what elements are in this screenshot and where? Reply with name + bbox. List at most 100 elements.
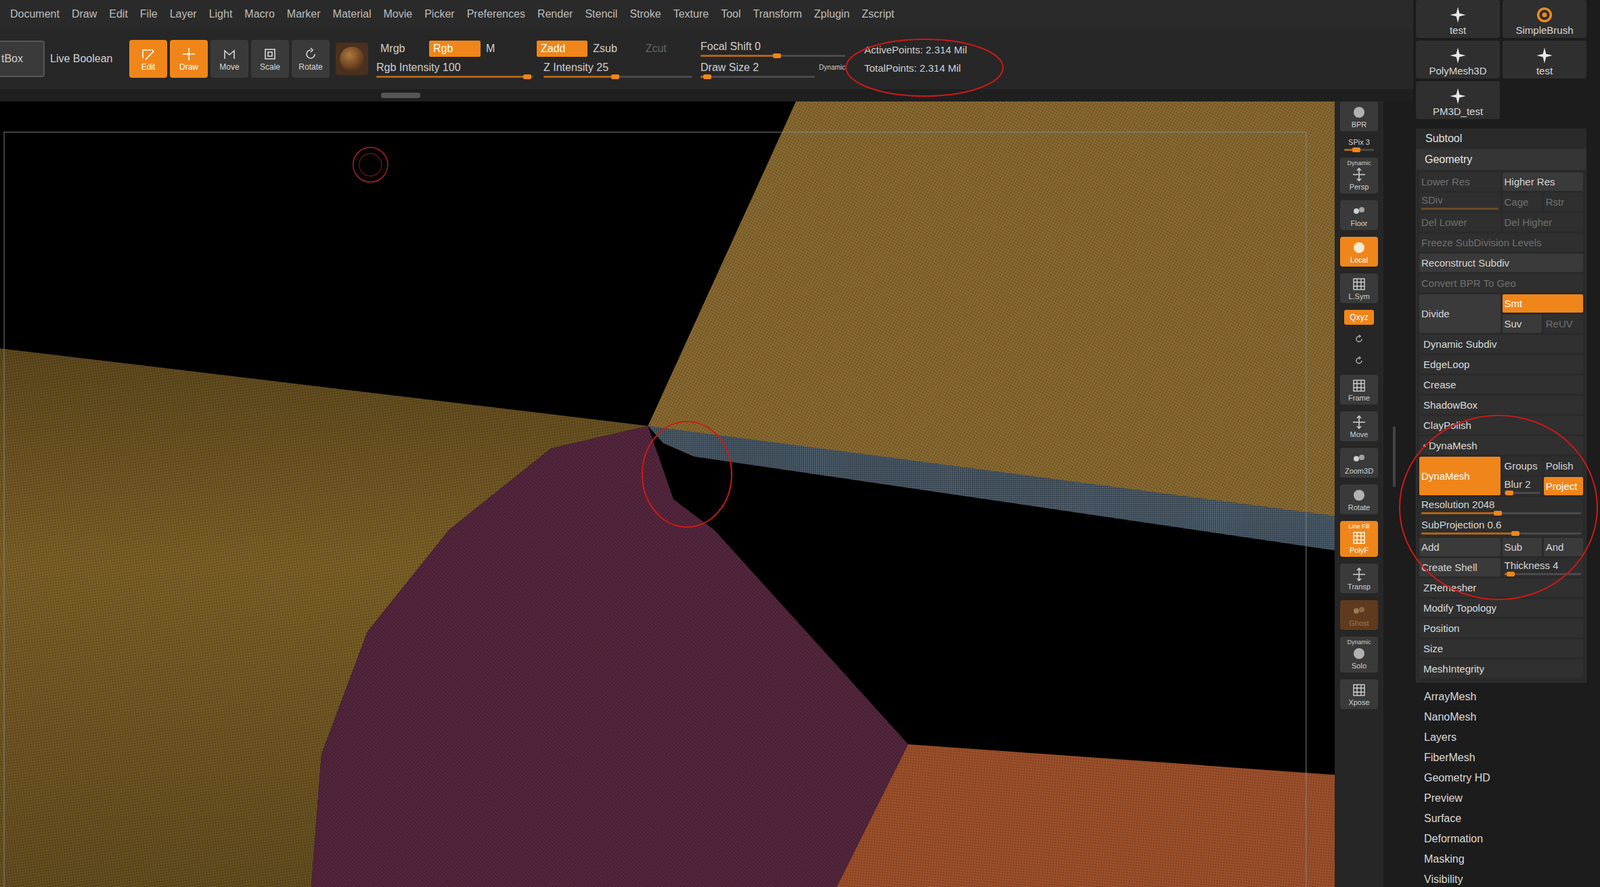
shelf-button[interactable]: L.Sym [1340,273,1379,304]
viewport[interactable] [0,101,1335,887]
geometry-header[interactable]: Geometry [1416,149,1586,170]
tool-box-button[interactable]: tBox [0,40,45,78]
shelf-button[interactable]: Line FillPolyF [1340,521,1379,558]
shelf-mini-button[interactable] [1350,331,1368,347]
palette-header[interactable]: Visibility [1415,869,1587,887]
smt-button[interactable]: Smt [1502,294,1584,313]
menu-item[interactable]: Light [203,8,239,21]
subpalette-header[interactable]: EdgeLoop [1419,355,1584,374]
reuv-button[interactable]: ReUV [1543,314,1584,333]
brush-tile[interactable]: PM3D_test [1415,81,1500,120]
menu-item[interactable]: Movie [377,8,419,21]
gutter-scrollbar[interactable] [1392,426,1396,488]
material-swatch[interactable] [335,42,369,76]
divide-button[interactable]: Divide [1419,294,1501,333]
resolution-slider[interactable]: Resolution 2048 [1419,497,1584,516]
palette-header[interactable]: Deformation [1415,829,1587,850]
color-mode-button[interactable]: Rgb [429,40,481,57]
reconstruct-subdiv-button[interactable]: Reconstruct Subdiv [1419,253,1584,273]
shelf-button[interactable]: Move [1340,411,1379,442]
menu-item[interactable]: Macro [238,8,281,21]
shelf-button[interactable]: Floor [1340,200,1379,231]
palette-header[interactable]: Masking [1415,849,1587,870]
shelf-axis-button[interactable]: Qxyz [1344,309,1374,325]
menu-item[interactable]: Document [4,8,66,21]
menu-item[interactable]: Marker [280,8,327,21]
menu-item[interactable]: Preferences [460,8,532,21]
subpalette-header[interactable]: Crease [1419,375,1584,394]
shelf-button[interactable]: Frame [1340,374,1379,405]
shelf-button[interactable]: Zoom3D [1340,448,1379,478]
mode-button[interactable]: Move [210,39,249,78]
menu-item[interactable]: Edit [102,8,135,21]
and-button[interactable]: And [1543,538,1584,557]
menu-item[interactable]: Picker [418,8,461,21]
lower-res-button[interactable]: Lower Res [1419,172,1501,191]
brush-tile[interactable]: PolyMesh3D [1415,40,1500,79]
focal-shift-slider[interactable]: Focal Shift 0 [700,39,846,57]
polish-toggle[interactable]: Polish [1543,456,1584,476]
z-mode-button[interactable]: Zcut [641,40,693,57]
palette-header[interactable]: Layers [1415,727,1587,748]
scroll-handle[interactable] [381,92,421,99]
dynamesh-button[interactable]: DynaMesh [1419,456,1501,496]
menu-item[interactable]: Texture [667,8,715,21]
subtool-header[interactable]: Subtool [1415,128,1587,149]
brush-tile[interactable]: test [1415,0,1500,38]
brush-tile[interactable]: test [1502,40,1587,79]
draw-size-slider[interactable]: Draw Size 2 [700,60,815,78]
del-lower-button[interactable]: Del Lower [1419,213,1501,232]
menu-item[interactable]: Stencil [578,8,624,21]
palette-header[interactable]: NanoMesh [1415,707,1587,728]
sub-button[interactable]: Sub [1502,538,1542,557]
palette-header[interactable]: FiberMesh [1415,747,1587,769]
cage-button[interactable]: Cage [1502,192,1542,212]
menu-item[interactable]: File [134,8,164,21]
shelf-button[interactable]: Xpose [1340,679,1379,710]
shelf-button[interactable]: Ghost [1340,600,1379,631]
dynamesh-header[interactable]: DynaMesh [1419,436,1584,455]
menu-item[interactable]: Layer [163,8,204,21]
live-boolean-button[interactable]: Live Boolean [50,52,118,65]
sdiv-slider[interactable]: SDiv [1419,192,1501,212]
del-higher-button[interactable]: Del Higher [1502,213,1584,232]
shelf-button[interactable]: Rotate [1340,484,1379,515]
higher-res-button[interactable]: Higher Res [1502,172,1584,191]
z-mode-button[interactable]: Zsub [588,40,640,57]
shelf-button[interactable]: DynamicSolo [1340,636,1379,673]
palette-header[interactable]: Preview [1415,788,1587,809]
thickness-slider[interactable]: Thickness 4 [1502,558,1584,577]
menu-item[interactable]: Transform [747,8,809,21]
menu-item[interactable]: Render [531,8,579,21]
add-button[interactable]: Add [1419,538,1501,557]
menu-item[interactable]: Zplugin [808,8,856,21]
suv-button[interactable]: Suv [1502,314,1542,333]
mode-button[interactable]: Edit [129,39,168,78]
freeze-subdivision-button[interactable]: Freeze SubDivision Levels [1419,233,1584,252]
project-toggle[interactable]: Project [1543,477,1584,496]
z-mode-button[interactable]: Zadd [536,40,588,57]
shelf-slider[interactable]: SPix 3 [1340,138,1379,151]
shelf-mini-button[interactable] [1350,353,1368,369]
subpalette-header[interactable]: Size [1419,639,1584,658]
create-shell-button[interactable]: Create Shell [1419,558,1501,577]
dynamic-size-button[interactable]: Dynamic [818,63,846,78]
subpalette-header[interactable]: MeshIntegrity [1419,659,1584,679]
rgb-intensity-slider[interactable]: Rgb Intensity 100 [376,60,534,78]
palette-header[interactable]: Geometry HD [1415,768,1587,789]
shelf-button[interactable]: Local [1340,236,1379,267]
subpalette-header[interactable]: ClayPolish [1419,416,1584,435]
subpalette-header[interactable]: Dynamic Subdiv [1419,335,1584,354]
shelf-button[interactable]: BPR [1340,101,1379,132]
mode-button[interactable]: Scale [251,39,290,78]
mode-button[interactable]: Draw [169,39,208,78]
shelf-button[interactable]: DynamicPersp [1340,157,1379,194]
menu-item[interactable]: Tool [714,8,747,21]
brush-tile[interactable]: SimpleBrush [1502,0,1587,38]
menu-item[interactable]: Stroke [623,8,667,21]
menu-item[interactable]: Draw [65,8,103,21]
color-mode-button[interactable]: M [481,40,534,57]
color-mode-button[interactable]: Mrgb [376,40,428,57]
shelf-button[interactable]: Transp [1340,563,1379,594]
subpalette-header[interactable]: Modify Topology [1419,598,1584,618]
